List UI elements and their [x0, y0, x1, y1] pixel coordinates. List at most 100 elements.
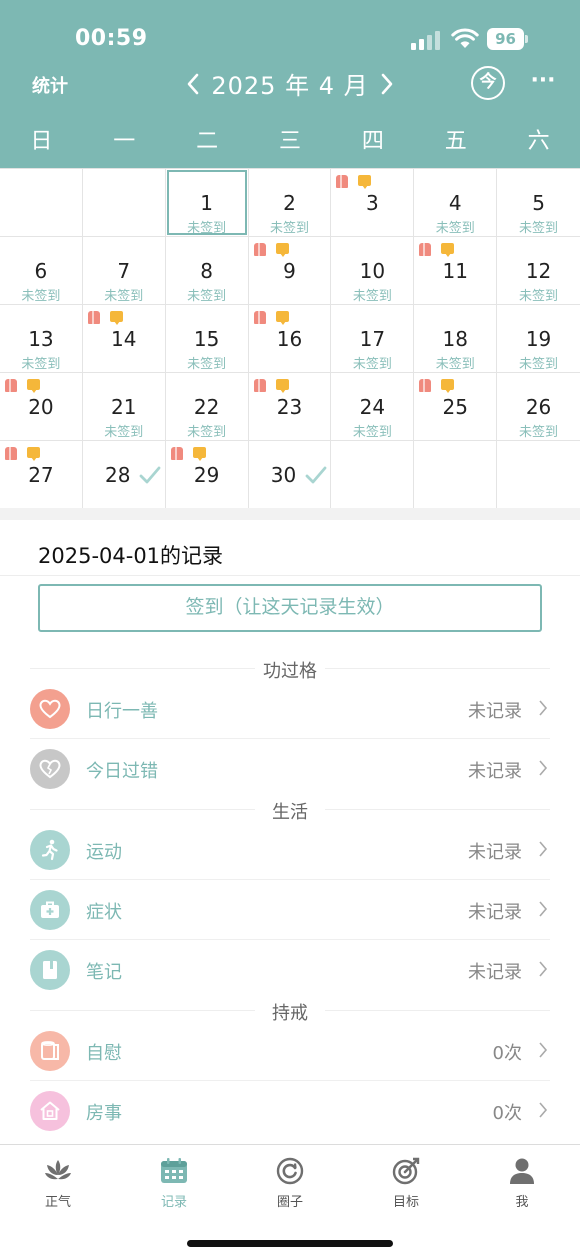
note-marker-icon — [441, 243, 455, 257]
calendar-day-cell[interactable]: 13 未签到 — [0, 305, 83, 373]
calendar-day-cell[interactable]: 19 未签到 — [497, 305, 580, 373]
tab-circle[interactable]: 圈子 — [232, 1155, 348, 1210]
day-number: 15 — [193, 327, 220, 351]
tissue-marker-icon — [419, 379, 432, 392]
row-value: 未记录 — [468, 701, 522, 722]
calendar-day-cell[interactable]: 6 未签到 — [0, 237, 83, 305]
tissue-icon — [30, 1031, 70, 1071]
record-row-masturbation[interactable]: 自慰 0次 — [30, 1021, 550, 1081]
weekday-label: 五 — [444, 129, 467, 154]
calendar-day-cell[interactable]: 26 未签到 — [497, 373, 580, 441]
home-indicator — [187, 1240, 393, 1247]
checkmark-icon — [305, 466, 326, 484]
record-row-intercourse[interactable]: 房事 0次 — [30, 1081, 550, 1141]
day-number: 10 — [359, 259, 386, 283]
row-value: 0次 — [492, 1043, 522, 1064]
calendar-day-cell[interactable]: 7 未签到 — [82, 237, 166, 305]
calendar-day-cell[interactable]: 15 未签到 — [165, 305, 249, 373]
tab-me[interactable]: 我 — [464, 1155, 580, 1210]
more-options-button[interactable]: ··· — [530, 70, 556, 96]
tissue-marker-icon — [253, 311, 266, 324]
tab-label: 圈子 — [276, 1195, 303, 1210]
row-label: 运动 — [86, 842, 122, 863]
row-label: 房事 — [86, 1103, 122, 1124]
checkmark-icon — [139, 466, 161, 484]
calendar-empty-cell — [497, 441, 580, 509]
record-row-notes[interactable]: 笔记 未记录 — [30, 940, 550, 1000]
calendar-day-cell[interactable]: 10 未签到 — [331, 237, 415, 305]
calendar-day-cell[interactable]: 12 未签到 — [497, 237, 580, 305]
calendar-day-cell[interactable]: 9 — [248, 237, 332, 305]
day-number: 13 — [28, 327, 54, 351]
tissue-marker-icon — [5, 447, 17, 460]
record-row-good-deed[interactable]: 日行一善 未记录 — [30, 679, 550, 739]
calendar-day-cell[interactable]: 17 未签到 — [331, 305, 415, 373]
day-number: 8 — [200, 259, 213, 283]
broken-heart-icon — [30, 749, 70, 789]
unsigned-label: 未签到 — [187, 425, 227, 440]
unsigned-label: 未签到 — [519, 289, 559, 304]
calendar-day-cell[interactable]: 8 未签到 — [165, 237, 249, 305]
notebook-icon — [30, 950, 70, 990]
calendar-day-cell[interactable]: 23 — [248, 373, 332, 441]
row-value: 未记录 — [468, 962, 522, 983]
today-button[interactable]: 今 — [471, 66, 505, 100]
calendar-day-cell[interactable]: 2 未签到 — [248, 169, 332, 237]
calendar-day-cell[interactable]: 18 未签到 — [414, 305, 498, 373]
calendar-day-cell[interactable]: 11 — [414, 237, 498, 305]
row-value: 0次 — [492, 1103, 522, 1124]
unsigned-label: 未签到 — [352, 289, 392, 304]
battery-icon: 96 — [487, 28, 528, 50]
prev-month-button[interactable] — [182, 70, 204, 98]
unsigned-label: 未签到 — [435, 221, 475, 236]
unsigned-label: 未签到 — [519, 357, 559, 372]
signin-button[interactable]: 签到（让这天记录生效） — [38, 584, 542, 632]
tissue-marker-icon — [253, 243, 266, 256]
next-month-button[interactable] — [376, 70, 398, 98]
stats-button[interactable]: 统计 — [32, 72, 68, 98]
battery-level: 96 — [487, 28, 524, 50]
row-value: 未记录 — [468, 902, 522, 923]
calendar-day-cell[interactable]: 16 — [248, 305, 332, 373]
calendar-day-cell[interactable]: 3 — [331, 169, 415, 237]
day-number: 22 — [193, 395, 220, 419]
calendar-day-cell[interactable]: 24 未签到 — [331, 373, 415, 441]
day-number: 6 — [34, 259, 48, 283]
record-row-symptom[interactable]: 症状 未记录 — [30, 880, 550, 940]
unsigned-label: 未签到 — [352, 357, 392, 372]
day-number: 11 — [442, 259, 468, 283]
note-marker-icon — [441, 379, 455, 393]
calendar-day-cell[interactable]: 22 未签到 — [165, 373, 249, 441]
note-marker-icon — [275, 379, 289, 393]
calendar-grid: 1 未签到 2 未签到 3 4 未签到 5 未签到 6 未签到 7 未签到 8 未签到 9 10 未签到 11 12 未… — [0, 168, 580, 509]
day-number: 3 — [365, 191, 379, 215]
record-row-mistake[interactable]: 今日过错 未记录 — [30, 739, 550, 799]
chevron-right-icon — [539, 1042, 548, 1058]
calendar-day-cell[interactable]: 1 未签到 — [165, 169, 249, 237]
calendar-day-cell[interactable]: 30 — [248, 441, 332, 509]
day-number: 5 — [532, 191, 545, 215]
calendar-day-cell[interactable]: 5 未签到 — [497, 169, 580, 237]
calendar-day-cell[interactable]: 25 — [414, 373, 498, 441]
calendar-day-cell[interactable]: 14 — [82, 305, 166, 373]
row-label: 笔记 — [86, 962, 122, 983]
row-label: 症状 — [86, 902, 122, 923]
calendar-day-cell[interactable]: 21 未签到 — [82, 373, 166, 441]
record-row-exercise[interactable]: 运动 未记录 — [30, 820, 550, 880]
calendar-day-cell[interactable]: 28 — [82, 441, 166, 509]
day-number: 19 — [525, 327, 552, 351]
tab-records[interactable]: 记录 — [116, 1155, 232, 1210]
tab-goals[interactable]: 目标 — [348, 1155, 464, 1210]
tissue-marker-icon — [87, 311, 100, 324]
calendar-day-cell[interactable]: 4 未签到 — [414, 169, 498, 237]
tissue-marker-icon — [419, 243, 432, 256]
row-label: 日行一善 — [86, 701, 158, 722]
unsigned-label: 未签到 — [352, 425, 392, 440]
note-marker-icon — [27, 447, 40, 461]
day-number: 9 — [283, 259, 296, 283]
day-number: 21 — [111, 395, 137, 419]
calendar-day-cell[interactable]: 20 — [0, 373, 83, 441]
tab-zhengqi[interactable]: 正气 — [0, 1155, 116, 1210]
chevron-right-icon — [539, 1102, 548, 1118]
day-number: 16 — [276, 327, 303, 351]
